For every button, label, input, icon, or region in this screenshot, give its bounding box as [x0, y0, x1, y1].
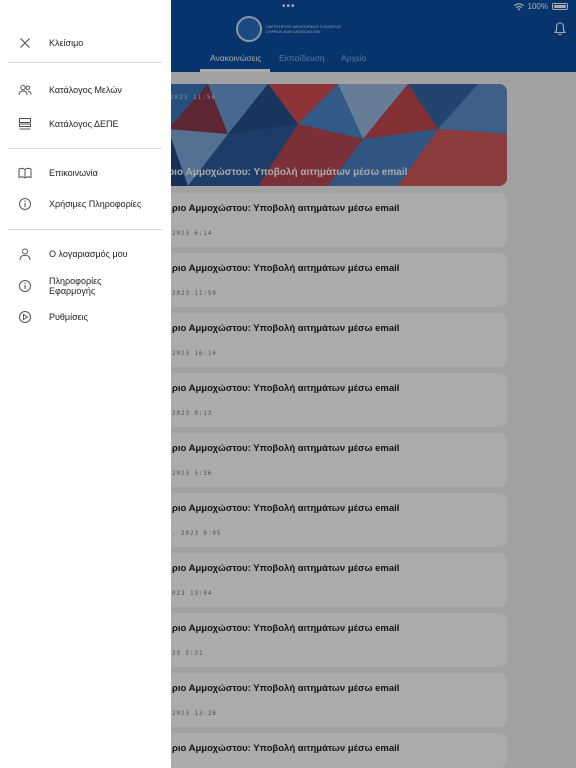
drawer-item-label: Κατάλογος Μελών [49, 85, 122, 95]
drawer-item-label: Ρυθμίσεις [49, 312, 89, 322]
info-icon [19, 280, 31, 292]
drawer-close-label: Κλείσιμο [49, 38, 84, 48]
drawer-item-account[interactable]: Ο λογαριασμός μου [0, 239, 171, 269]
server-list-icon [19, 118, 31, 130]
drawer-item-contact[interactable]: Επικοινωνία [0, 158, 171, 188]
drawer-item-depe[interactable]: Κατάλογος ΔΕΠΕ [0, 109, 171, 139]
user-icon [19, 248, 31, 261]
info-icon [19, 198, 31, 210]
drawer-divider [8, 229, 162, 230]
close-icon [20, 38, 30, 48]
settings-icon [19, 311, 31, 323]
book-icon [18, 167, 32, 179]
drawer-divider [8, 62, 162, 63]
navigation-drawer: Κλείσιμο Κατάλογος Μελών Κατάλογος ΔΕΠΕ … [0, 0, 171, 768]
drawer-item-label: Ο λογαριασμός μου [49, 249, 128, 259]
drawer-item-label: Επικοινωνία [49, 168, 98, 178]
drawer-item-members[interactable]: Κατάλογος Μελών [0, 75, 171, 105]
drawer-item-label: Χρήσιμες Πληροφορίες [49, 199, 142, 209]
drawer-item-app-info[interactable]: Πληροφορίες Εφαρμογής [0, 271, 171, 301]
drawer-item-label: Κατάλογος ΔΕΠΕ [49, 119, 119, 129]
drawer-item-settings[interactable]: Ρυθμίσεις [0, 302, 171, 332]
drawer-item-label: Πληροφορίες Εφαρμογής [49, 276, 102, 296]
drawer-item-useful-info[interactable]: Χρήσιμες Πληροφορίες [0, 189, 171, 219]
drawer-divider [8, 148, 162, 149]
drawer-close-button[interactable]: Κλείσιμο [0, 28, 171, 58]
members-icon [18, 84, 32, 96]
